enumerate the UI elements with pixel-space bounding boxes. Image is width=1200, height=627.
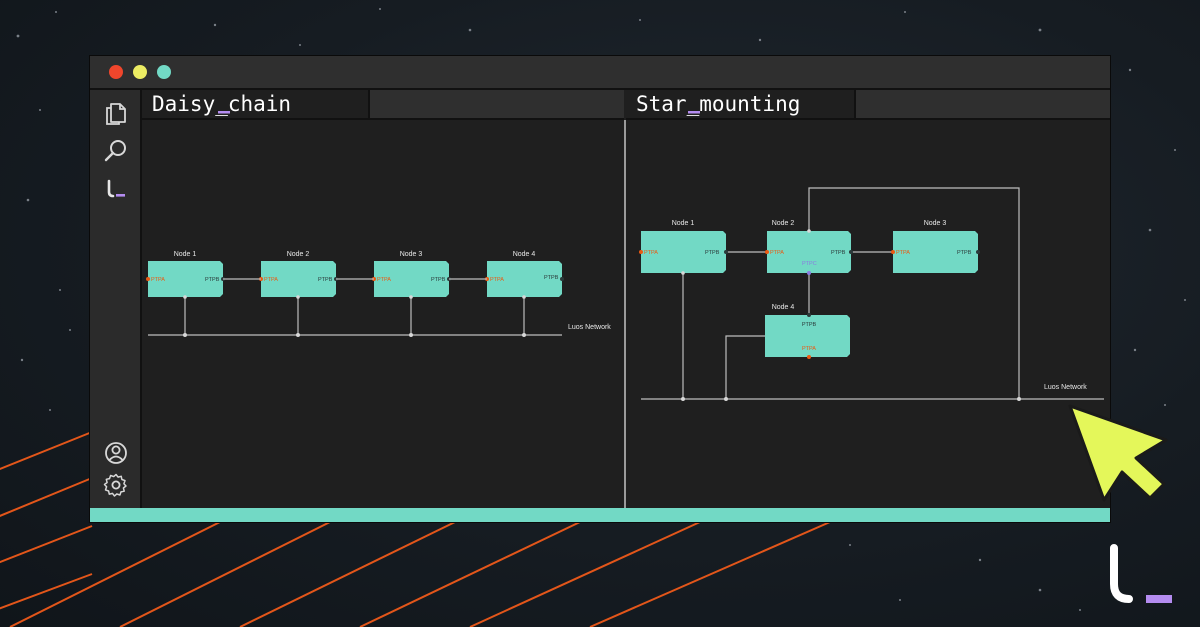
title-bar (90, 56, 1110, 90)
tab-star-mounting[interactable]: Star_mounting (626, 90, 856, 118)
maximize-button[interactable] (157, 65, 171, 79)
luos-brand-logo (1110, 544, 1172, 603)
status-bar (90, 508, 1110, 522)
settings-icon[interactable] (103, 472, 129, 498)
editor-area: Daisy_chain Star_mounting (142, 90, 1110, 508)
close-button[interactable] (109, 65, 123, 79)
minimize-button[interactable] (133, 65, 147, 79)
app-window: Daisy_chain Star_mounting (90, 56, 1110, 522)
tab-bar-right: Star_mounting (626, 90, 1110, 120)
tab-daisy-chain[interactable]: Daisy_chain (142, 90, 370, 118)
pointer-cursor-icon (1068, 404, 1168, 502)
luos-logo-icon[interactable] (103, 176, 129, 202)
tab-bar-left: Daisy_chain (142, 90, 624, 120)
search-icon[interactable] (103, 138, 129, 164)
pane-divider[interactable] (624, 120, 626, 508)
account-icon[interactable] (103, 440, 129, 466)
activity-sidebar (90, 90, 142, 508)
files-icon[interactable] (103, 100, 129, 126)
